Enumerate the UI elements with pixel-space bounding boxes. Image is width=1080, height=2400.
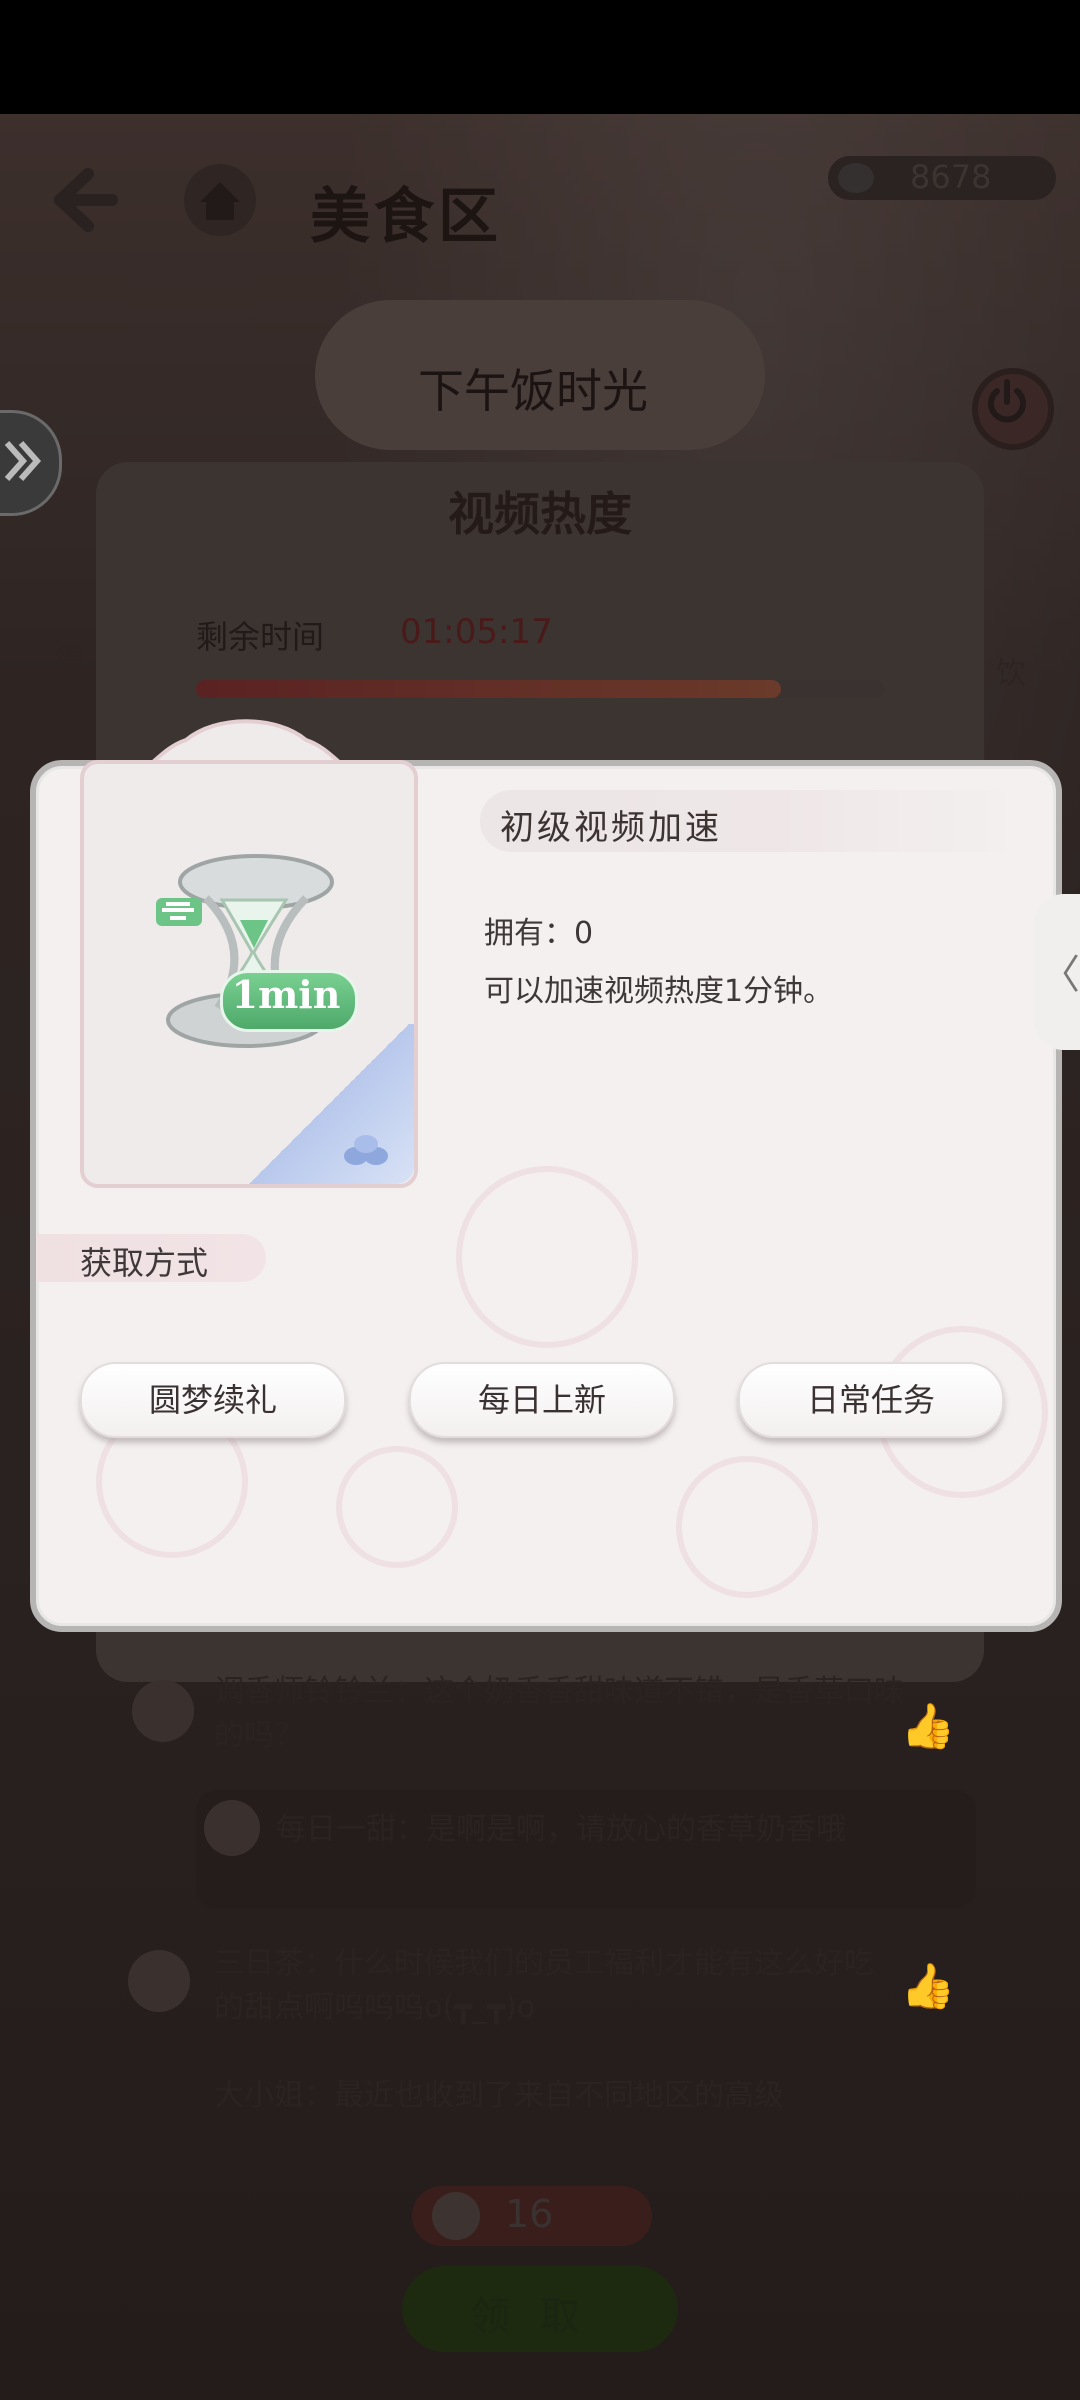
decor-flower <box>676 1456 818 1598</box>
comment-text: 调香师铃铃兰：这个奶香香甜味道不错，是香草口味的吗？ <box>214 1674 904 1753</box>
side-text-left: 得 <box>54 644 84 679</box>
page-title: 美食区 <box>310 182 502 252</box>
heat-progress-fill <box>196 680 781 698</box>
side-text-right: 饮 <box>996 656 1026 691</box>
back-button[interactable] <box>40 160 120 240</box>
comment-text: 三日茶：什么时候我们的员工福利才能有这么好吃的甜点啊呜呜呜o(┳_┳)o <box>214 1946 874 2025</box>
owned-count: 拥有：0 <box>484 916 594 951</box>
decor-flower <box>456 1166 638 1348</box>
get-method-label: 获取方式 <box>80 1244 209 1282</box>
source-button-daily-new[interactable]: 每日上新 <box>409 1362 675 1438</box>
power-icon <box>988 379 1026 423</box>
coin-value: 8678 <box>910 158 992 196</box>
avatar <box>132 1680 194 1742</box>
claim-button-label: 领取 <box>470 2294 610 2340</box>
home-button[interactable] <box>180 160 260 240</box>
avatar <box>204 1800 260 1856</box>
decor-flower <box>336 1446 458 1568</box>
scene-label: 下午饭时光 <box>418 364 648 418</box>
remaining-time-label: 剩余时间 <box>196 618 325 656</box>
back-arrow-icon <box>54 168 118 232</box>
gem-cluster-icon <box>344 1135 388 1165</box>
source-button-wish-gift[interactable]: 圆梦续礼 <box>80 1362 346 1438</box>
reward-icon <box>432 2192 480 2240</box>
chevron-left-icon: 〈 <box>1040 952 1080 998</box>
thumb-up-icon[interactable]: 👍 <box>900 1700 956 1756</box>
double-chevron-right-icon <box>4 441 42 481</box>
power-button[interactable] <box>972 368 1054 450</box>
duration-badge-text: 1min <box>231 972 341 1017</box>
item-description: 可以加速视频热度1分钟。 <box>484 974 834 1009</box>
item-card: 1min <box>76 719 418 1188</box>
heat-panel-title: 视频热度 <box>448 487 632 541</box>
reply-text: 每日一甜：是啊是啊，请放心的香草奶香哦 <box>276 1812 846 1847</box>
remaining-time-value: 01:05:17 <box>400 612 553 652</box>
comment-text: 大小姐：最近也收到了来自不同地区的高级 <box>214 2078 784 2113</box>
reward-count: 16 <box>505 2192 554 2236</box>
coin-icon <box>838 163 874 193</box>
thumb-up-icon[interactable]: 👍 <box>900 1960 956 2016</box>
status-bar <box>0 0 1080 114</box>
source-button-daily-tasks[interactable]: 日常任务 <box>738 1362 1004 1438</box>
home-icon <box>184 164 256 236</box>
item-name: 初级视频加速 <box>500 808 722 848</box>
avatar <box>128 1950 190 2012</box>
